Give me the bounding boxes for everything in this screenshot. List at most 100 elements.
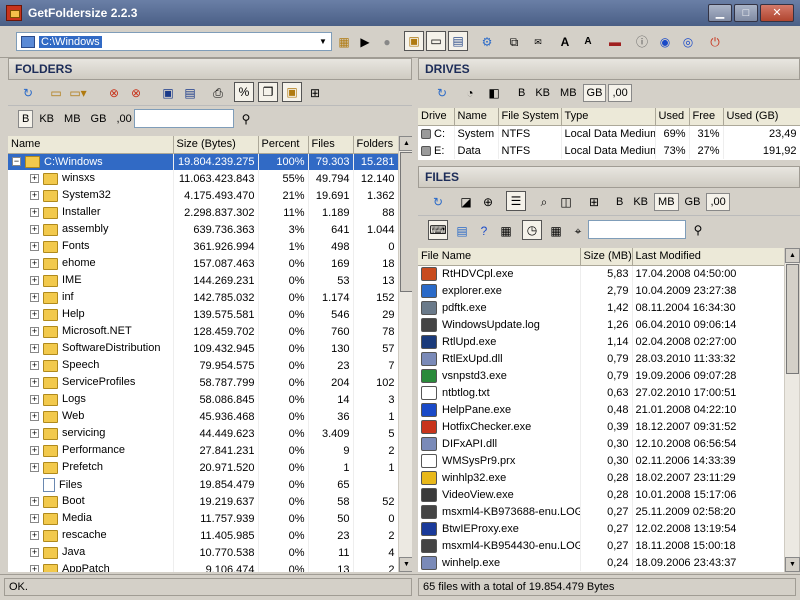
unit-b-button[interactable]: B bbox=[18, 110, 34, 128]
col-drive[interactable]: Drive bbox=[418, 108, 455, 126]
delete-contents-icon[interactable]: ⊗ bbox=[126, 83, 146, 103]
folder-row[interactable]: + Prefetch 20.971.520 0% 1 1 bbox=[8, 459, 398, 476]
folder-tree-icon[interactable]: ▣ bbox=[282, 82, 302, 102]
file-row[interactable]: RtlUpd.exe 1,14 02.04.2008 02:27:00 bbox=[418, 333, 784, 350]
expand-icon[interactable]: + bbox=[30, 429, 39, 439]
font-decrease-icon[interactable]: A bbox=[578, 32, 598, 52]
delete-folder-icon[interactable]: ⊗ bbox=[104, 83, 124, 103]
file-row[interactable]: ntbtlog.txt 0,63 27.02.2010 17:00:51 bbox=[418, 384, 784, 401]
filter-date-icon[interactable]: ⌖ bbox=[568, 221, 588, 241]
file-properties-icon[interactable]: ⊕ bbox=[478, 192, 498, 212]
folder-row[interactable]: + inf 142.785.032 0% 1.174 152 bbox=[8, 289, 398, 306]
folder-row[interactable]: Files 19.854.479 0% 65 bbox=[8, 476, 398, 493]
play-icon[interactable]: ▶ bbox=[355, 32, 375, 52]
close-button[interactable]: ✕ bbox=[760, 4, 794, 22]
file-search-icon[interactable]: ⌕ bbox=[534, 192, 554, 212]
power-icon[interactable]: ⏻ bbox=[705, 32, 725, 52]
folder-row[interactable]: + rescache 11.405.985 0% 23 2 bbox=[8, 527, 398, 544]
expand-icon[interactable]: + bbox=[30, 293, 39, 303]
folder-row[interactable]: + SoftwareDistribution 109.432.945 0% 130 57 bbox=[8, 340, 398, 357]
expand-icon[interactable]: + bbox=[30, 225, 39, 235]
expand-icon[interactable]: + bbox=[30, 548, 39, 558]
mail-icon[interactable]: ✉ bbox=[528, 32, 548, 52]
file-row[interactable]: vsnpstd3.exe 0,79 19.09.2006 09:07:28 bbox=[418, 367, 784, 384]
files-scroll-up-icon[interactable]: ▲ bbox=[785, 248, 800, 263]
folder-view-icon[interactable]: ▣ bbox=[404, 31, 424, 51]
unit-gb-button[interactable]: GB bbox=[87, 110, 111, 128]
folder-search-input[interactable] bbox=[134, 109, 234, 128]
font-increase-icon[interactable]: A bbox=[555, 32, 575, 52]
col-size[interactable]: Size (Bytes) bbox=[173, 136, 259, 154]
drives-refresh-icon[interactable]: ↻ bbox=[432, 83, 452, 103]
folder-row-root[interactable]: − C:\Windows 19.804.239.275 100% 79.303 15.28… bbox=[8, 153, 398, 170]
chart-icon[interactable]: ▬ bbox=[605, 32, 625, 52]
drives-decimal-button[interactable]: ,00 bbox=[608, 84, 632, 102]
save-icon[interactable]: ▣ bbox=[158, 83, 178, 103]
file-row[interactable]: pdftk.exe 1,42 08.11.2004 16:34:30 bbox=[418, 299, 784, 316]
expand-icon[interactable]: + bbox=[30, 446, 39, 456]
files-scrollbar[interactable]: ▲ ▼ bbox=[784, 248, 800, 572]
pages-icon[interactable]: ❐ bbox=[258, 82, 278, 102]
col-used[interactable]: Used bbox=[655, 108, 690, 126]
folder-row[interactable]: + Speech 79.954.575 0% 23 7 bbox=[8, 357, 398, 374]
stop-icon[interactable]: ● bbox=[377, 32, 397, 52]
expand-icon[interactable]: + bbox=[30, 259, 39, 269]
col-file-size[interactable]: Size (MB) bbox=[580, 248, 633, 266]
file-row[interactable]: RtlExUpd.dll 0,79 28.03.2010 11:33:32 bbox=[418, 350, 784, 367]
drive-info-icon[interactable]: ◔ bbox=[460, 83, 480, 103]
drive-scan-icon[interactable]: ◧ bbox=[484, 83, 504, 103]
network-icon[interactable]: ⧉ bbox=[504, 32, 524, 52]
files-view-icon[interactable]: ▤ bbox=[448, 31, 468, 51]
file-row[interactable]: VideoView.exe 0,28 10.01.2008 15:17:06 bbox=[418, 486, 784, 503]
expand-icon[interactable]: + bbox=[30, 191, 39, 201]
file-row[interactable]: HelpPane.exe 0,48 21.01.2008 04:22:10 bbox=[418, 401, 784, 418]
drives-unit-gb-button[interactable]: GB bbox=[582, 84, 607, 102]
col-last-modified[interactable]: Last Modified bbox=[632, 248, 784, 266]
col-files[interactable]: Files bbox=[308, 136, 354, 154]
refresh-icon[interactable]: ↻ bbox=[18, 83, 38, 103]
export-icon[interactable]: ▤ bbox=[180, 83, 200, 103]
help-icon[interactable]: ◎ bbox=[678, 32, 698, 52]
folder-row[interactable]: + AppPatch 9.106.474 0% 13 2 bbox=[8, 561, 398, 572]
unit-mb-button[interactable]: MB bbox=[60, 110, 85, 128]
file-row[interactable]: winhelp.exe 0,24 18.09.2006 23:43:37 bbox=[418, 554, 784, 571]
expand-icon[interactable]: + bbox=[30, 565, 39, 572]
expand-icon[interactable]: + bbox=[30, 174, 39, 184]
folder-row[interactable]: + Installer 2.298.837.302 11% 1.189 88 bbox=[8, 204, 398, 221]
binoculars-icon[interactable]: ⚲ bbox=[236, 109, 256, 129]
folder-row[interactable]: + Java 10.770.538 0% 11 4 bbox=[8, 544, 398, 561]
col-type[interactable]: Type bbox=[561, 108, 656, 126]
folder-row[interactable]: + Web 45.936.468 0% 36 1 bbox=[8, 408, 398, 425]
folder-row[interactable]: + Performance 27.841.231 0% 9 2 bbox=[8, 442, 398, 459]
col-free[interactable]: Free bbox=[689, 108, 724, 126]
expand-icon[interactable]: + bbox=[30, 463, 39, 473]
expand-icon[interactable]: + bbox=[30, 310, 39, 320]
file-open-icon[interactable]: ◪ bbox=[456, 192, 476, 212]
filter-clock-icon[interactable]: ◷ bbox=[522, 220, 542, 240]
filter-calendar-icon[interactable]: ▦ bbox=[546, 221, 566, 241]
col-folders[interactable]: Folders bbox=[353, 136, 398, 154]
files-unit-b-button[interactable]: B bbox=[612, 193, 627, 211]
file-row[interactable]: msxml4-KB973688-enu.LOG 0,27 25.11.2009 02… bbox=[418, 503, 784, 520]
files-unit-kb-button[interactable]: KB bbox=[629, 193, 652, 211]
col-used-gb[interactable]: Used (GB) bbox=[723, 108, 800, 126]
folder-row[interactable]: + winsxs 11.063.423.843 55% 49.794 12.140 bbox=[8, 170, 398, 187]
expand-icon[interactable]: + bbox=[30, 395, 39, 405]
expand-icon[interactable]: + bbox=[30, 497, 39, 507]
files-scroll-thumb[interactable] bbox=[786, 264, 799, 374]
file-row[interactable]: HotfixChecker.exe 0,39 18.12.2007 09:31:52 bbox=[418, 418, 784, 435]
chevron-down-icon[interactable]: ▼ bbox=[315, 33, 331, 50]
file-row[interactable]: WMSysPr9.prx 0,30 02.11.2006 14:33:39 bbox=[418, 452, 784, 469]
unit-kb-button[interactable]: KB bbox=[35, 110, 58, 128]
drive-row[interactable]: E: Data NTFS Local Data Medium 73% 27% 191,92 bbox=[418, 142, 800, 159]
info-icon[interactable]: ⓘ bbox=[632, 32, 652, 52]
folder-row[interactable]: + Media 11.757.939 0% 50 0 bbox=[8, 510, 398, 527]
files-refresh-icon[interactable]: ↻ bbox=[428, 192, 448, 212]
folder-menu-icon[interactable]: ▭▾ bbox=[68, 83, 88, 103]
filter-text-icon[interactable]: ▦ bbox=[496, 221, 516, 241]
file-row[interactable]: RtHDVCpl.exe 5,83 17.04.2008 04:50:00 bbox=[418, 265, 784, 282]
expand-icon[interactable]: + bbox=[30, 242, 39, 252]
filter-doc-icon[interactable]: ▤ bbox=[452, 221, 472, 241]
folder-row[interactable]: + Microsoft.NET 128.459.702 0% 760 78 bbox=[8, 323, 398, 340]
drives-unit-kb-button[interactable]: KB bbox=[531, 84, 554, 102]
